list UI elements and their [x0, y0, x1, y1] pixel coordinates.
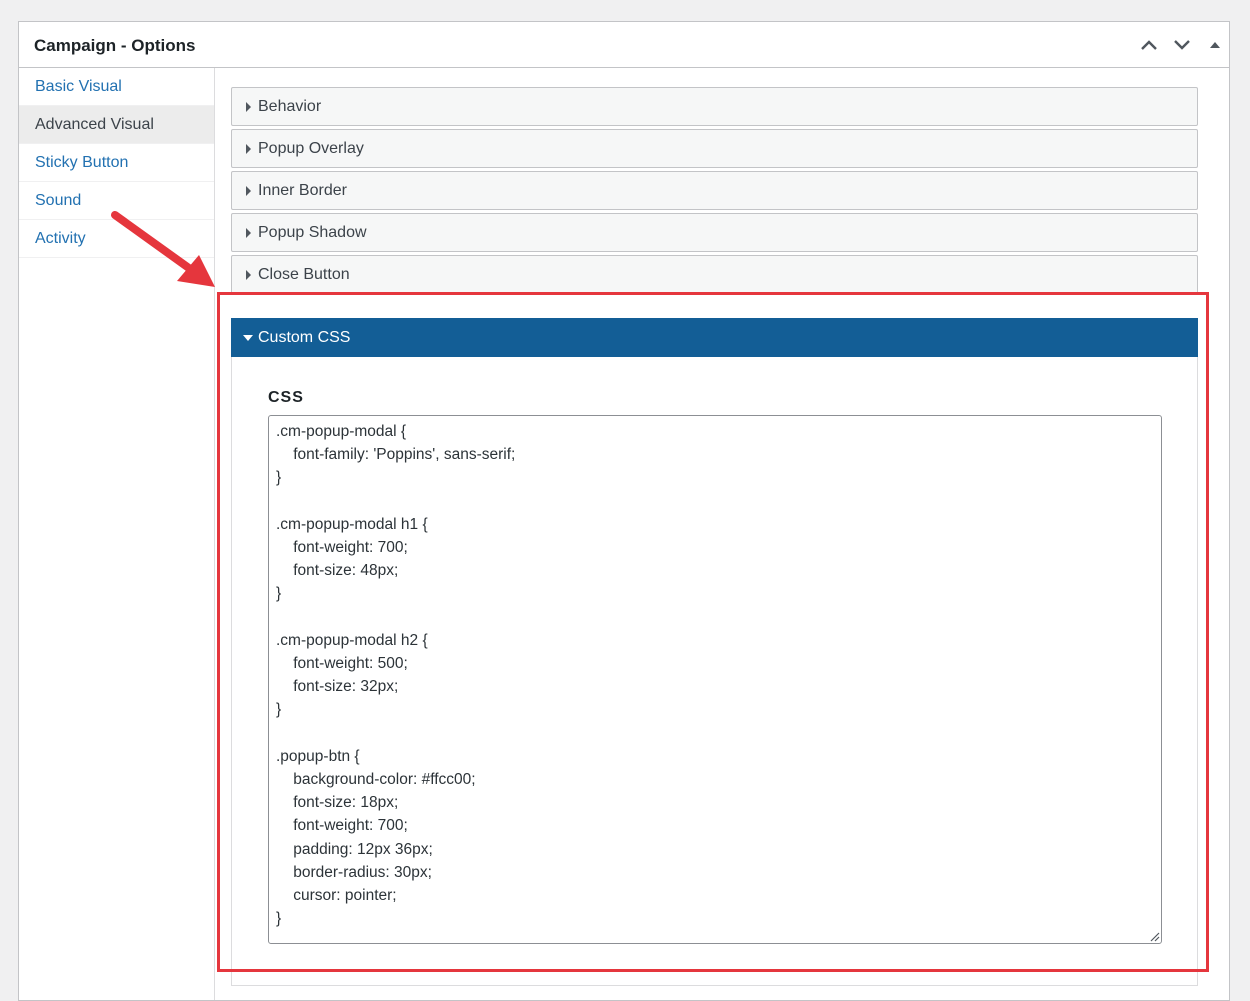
- panel-title: Campaign - Options: [34, 36, 196, 55]
- sidebar-item-advanced-visual[interactable]: Advanced Visual: [19, 106, 214, 144]
- chevron-up-icon: [1141, 40, 1157, 50]
- options-panel: Campaign - Options Basic Visual Advanced…: [18, 21, 1230, 1001]
- caret-down-icon: [243, 335, 253, 341]
- annotation-arrow-icon: [111, 211, 215, 287]
- panel-header: Campaign - Options: [19, 22, 1229, 68]
- css-field-label: CSS: [268, 389, 304, 406]
- caret-up-icon: [1210, 42, 1220, 48]
- caret-right-icon: [246, 102, 251, 112]
- accordion-label: Popup Overlay: [258, 140, 364, 157]
- chevron-down-icon: [1174, 40, 1190, 50]
- custom-css-panel: CSS: [231, 357, 1198, 986]
- caret-right-icon: [246, 144, 251, 154]
- accordion-header-popup-overlay[interactable]: Popup Overlay: [231, 129, 1198, 168]
- accordion-header-behavior[interactable]: Behavior: [231, 87, 1198, 126]
- move-down-button[interactable]: [1170, 34, 1194, 56]
- collapse-toggle-button[interactable]: [1203, 34, 1227, 56]
- caret-right-icon: [246, 270, 251, 280]
- accordion-header-popup-shadow[interactable]: Popup Shadow: [231, 213, 1198, 252]
- move-up-button[interactable]: [1137, 34, 1161, 56]
- caret-right-icon: [246, 186, 251, 196]
- resize-handle-icon[interactable]: [1150, 932, 1160, 942]
- accordion-label: Behavior: [258, 98, 322, 115]
- sidebar-item-basic-visual[interactable]: Basic Visual: [19, 68, 214, 106]
- accordion-label: Close Button: [258, 266, 350, 283]
- caret-right-icon: [246, 228, 251, 238]
- accordion-label: Popup Shadow: [258, 224, 367, 241]
- accordion-header-inner-border[interactable]: Inner Border: [231, 171, 1198, 210]
- accordion-header-custom-css[interactable]: Custom CSS: [231, 318, 1198, 357]
- sidebar-item-sticky-button[interactable]: Sticky Button: [19, 144, 214, 182]
- custom-css-textarea[interactable]: [268, 415, 1162, 944]
- accordion-header-close-button[interactable]: Close Button: [231, 255, 1198, 294]
- accordion-label: Custom CSS: [258, 329, 351, 346]
- accordion-label: Inner Border: [258, 182, 347, 199]
- options-content: Behavior Popup Overlay Inner Border Popu…: [215, 68, 1229, 1000]
